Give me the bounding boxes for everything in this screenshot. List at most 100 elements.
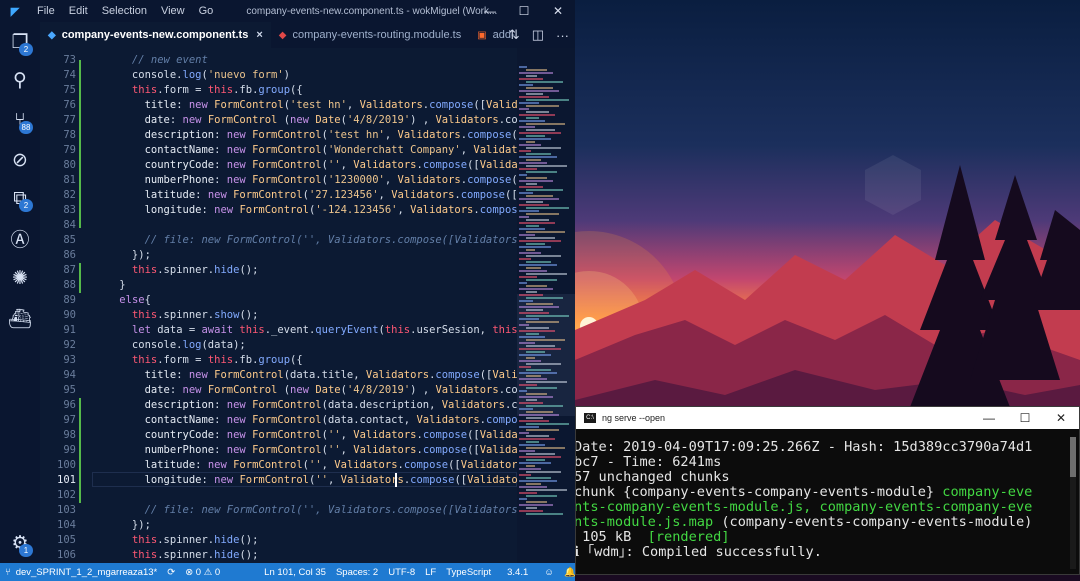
minimap-line [526,135,545,137]
code-line[interactable]: description: new FormControl(data.descri… [94,398,517,413]
terminal-scrollbar[interactable] [1070,437,1076,569]
close-icon[interactable]: ✕ [1043,407,1079,429]
code-line[interactable]: this.form = this.fb.group({ [94,353,303,368]
code-line[interactable]: description: new FormControl('test hn', … [94,128,517,143]
code-line[interactable]: latitude: new FormControl('27.123456', V… [94,188,517,203]
menu-selection[interactable]: Selection [95,5,154,17]
notifications-bell-icon[interactable]: 🔔 [559,567,575,578]
split-editor-icon[interactable]: ◫ [532,27,544,43]
code-line[interactable]: }); [94,248,151,263]
minimap-line [519,72,553,74]
code-line[interactable]: longitude: new FormControl('', Validator… [94,473,517,488]
menu-go[interactable]: Go [192,5,221,17]
line-number: 76 [63,99,76,111]
maximize-icon[interactable]: ☐ [1007,407,1043,429]
minimap-line [526,117,539,119]
code-line[interactable]: this.spinner.hide(); [94,548,258,563]
typescript-version[interactable]: 3.4.1 [502,567,533,578]
code-line[interactable]: this.spinner.show(); [94,308,258,323]
minimize-icon[interactable]: — [971,407,1007,429]
minimap-line [519,132,561,134]
language-mode[interactable]: TypeScript [441,567,496,578]
minimap-line [519,168,537,170]
code-line[interactable]: latitude: new FormControl('', Validators… [94,458,517,473]
minimap-line [526,69,547,71]
minimap-line [526,333,539,335]
minimap-line [526,351,545,353]
debug-icon[interactable]: ⊘ [0,142,40,178]
minimap-line [526,81,563,83]
code-line[interactable]: title: new FormControl(data.title, Valid… [94,368,517,383]
compare-changes-icon[interactable]: ⇅ [509,27,520,43]
minimap-line [519,240,561,242]
more-actions-icon[interactable]: ··· [556,28,569,43]
minimap-line [526,483,541,485]
code-line[interactable]: date: new FormControl (new Date('4/8/201… [94,113,517,128]
code-line[interactable]: numberPhone: new FormControl('1230000', … [94,173,517,188]
encoding[interactable]: UTF-8 [383,567,420,578]
code-line[interactable]: }); [94,518,151,533]
cursor-position[interactable]: Ln 101, Col 35 [259,567,331,578]
minimize-icon[interactable]: — [473,0,507,22]
code-line[interactable]: countryCode: new FormControl('', Validat… [94,428,517,443]
settings-gear-icon[interactable]: ⚙ 1 [0,525,40,561]
scrollbar-thumb[interactable] [1070,437,1076,477]
tab-close-icon[interactable]: × [256,29,262,41]
code-line[interactable]: else{ [94,293,151,308]
code-line[interactable]: } [94,278,125,293]
minimap-line [526,321,559,323]
minimap-line [519,150,531,152]
sync-icon[interactable]: ⟳ [162,567,180,578]
source-control-icon[interactable]: ⑂ 88 [0,102,40,138]
minimap[interactable] [517,48,575,563]
code-line[interactable]: // file: new FormControl('', Validators.… [94,503,517,518]
code-line[interactable]: countryCode: new FormControl('', Validat… [94,158,517,173]
code-line[interactable]: console.log(data); [94,338,246,353]
maximize-icon[interactable]: ☐ [507,0,541,22]
minimap-line [519,276,537,278]
code-line[interactable]: // new event [94,53,208,68]
code-line[interactable]: // file: new FormControl('', Validators.… [94,233,517,248]
indentation[interactable]: Spaces: 2 [331,567,383,578]
terminal-output[interactable]: Date: 2019-04-09T17:09:25.266Z - Hash: 1… [576,440,1064,574]
close-icon[interactable]: ✕ [541,0,575,22]
line-number: 75 [63,84,76,96]
vscode-logo-icon: ◤ [10,5,20,18]
explorer-icon[interactable]: ❐ 2 [0,24,40,60]
code-line[interactable]: numberPhone: new FormControl('', Validat… [94,443,517,458]
code-line[interactable]: this.spinner.hide(); [94,533,258,548]
line-number: 74 [63,69,76,81]
minimap-line [526,225,539,227]
line-number: 88 [63,279,76,291]
code-line[interactable]: console.log('nuevo form') [94,68,290,83]
tab-company-events-new-component[interactable]: ◆ company-events-new.component.ts × [40,22,271,48]
search-icon[interactable]: ⚲ [0,62,40,98]
feedback-icon[interactable]: ☺ [539,567,559,578]
code-line[interactable]: this.form = this.fb.group({ [94,83,303,98]
line-ending[interactable]: LF [420,567,441,578]
octopus-icon[interactable]: ✺ [0,260,40,296]
code-line[interactable]: longitude: new FormControl('-124.123456'… [94,203,517,218]
menu-file[interactable]: File [30,5,62,17]
tab-company-events-routing-module[interactable]: ◆ company-events-routing.module.ts [271,22,469,48]
minimap-line [526,417,543,419]
menu-view[interactable]: View [154,5,192,17]
code-line[interactable]: let data = await this._event.queryEvent(… [94,323,517,338]
minimap-line [526,183,537,185]
code-line[interactable]: contactName: new FormControl(data.contac… [94,413,517,428]
menu-edit[interactable]: Edit [62,5,95,17]
line-number: 85 [63,234,76,246]
code-line[interactable]: this.spinner.hide(); [94,263,258,278]
docker-icon[interactable]: ⛴ [0,300,40,336]
code-line[interactable]: contactName: new FormControl('Wonderchat… [94,143,517,158]
code-line[interactable]: title: new FormControl('test hn', Valida… [94,98,517,113]
code-editor[interactable]: 73 // new event 74 console.log('nuevo for… [40,48,517,563]
extensions-icon[interactable]: ⧉ 2 [0,180,40,216]
angular-icon[interactable]: Ⓐ [0,220,40,256]
minimap-line [519,390,527,392]
minimap-line [526,303,553,305]
git-branch[interactable]: dev_SPRINT_1_2_mgarreaza13* [16,567,163,578]
problems-indicator[interactable]: ⊗ 0 ⚠ 0 [180,567,225,578]
line-number: 86 [63,249,76,261]
code-line[interactable]: date: new FormControl (new Date('4/8/201… [94,383,517,398]
